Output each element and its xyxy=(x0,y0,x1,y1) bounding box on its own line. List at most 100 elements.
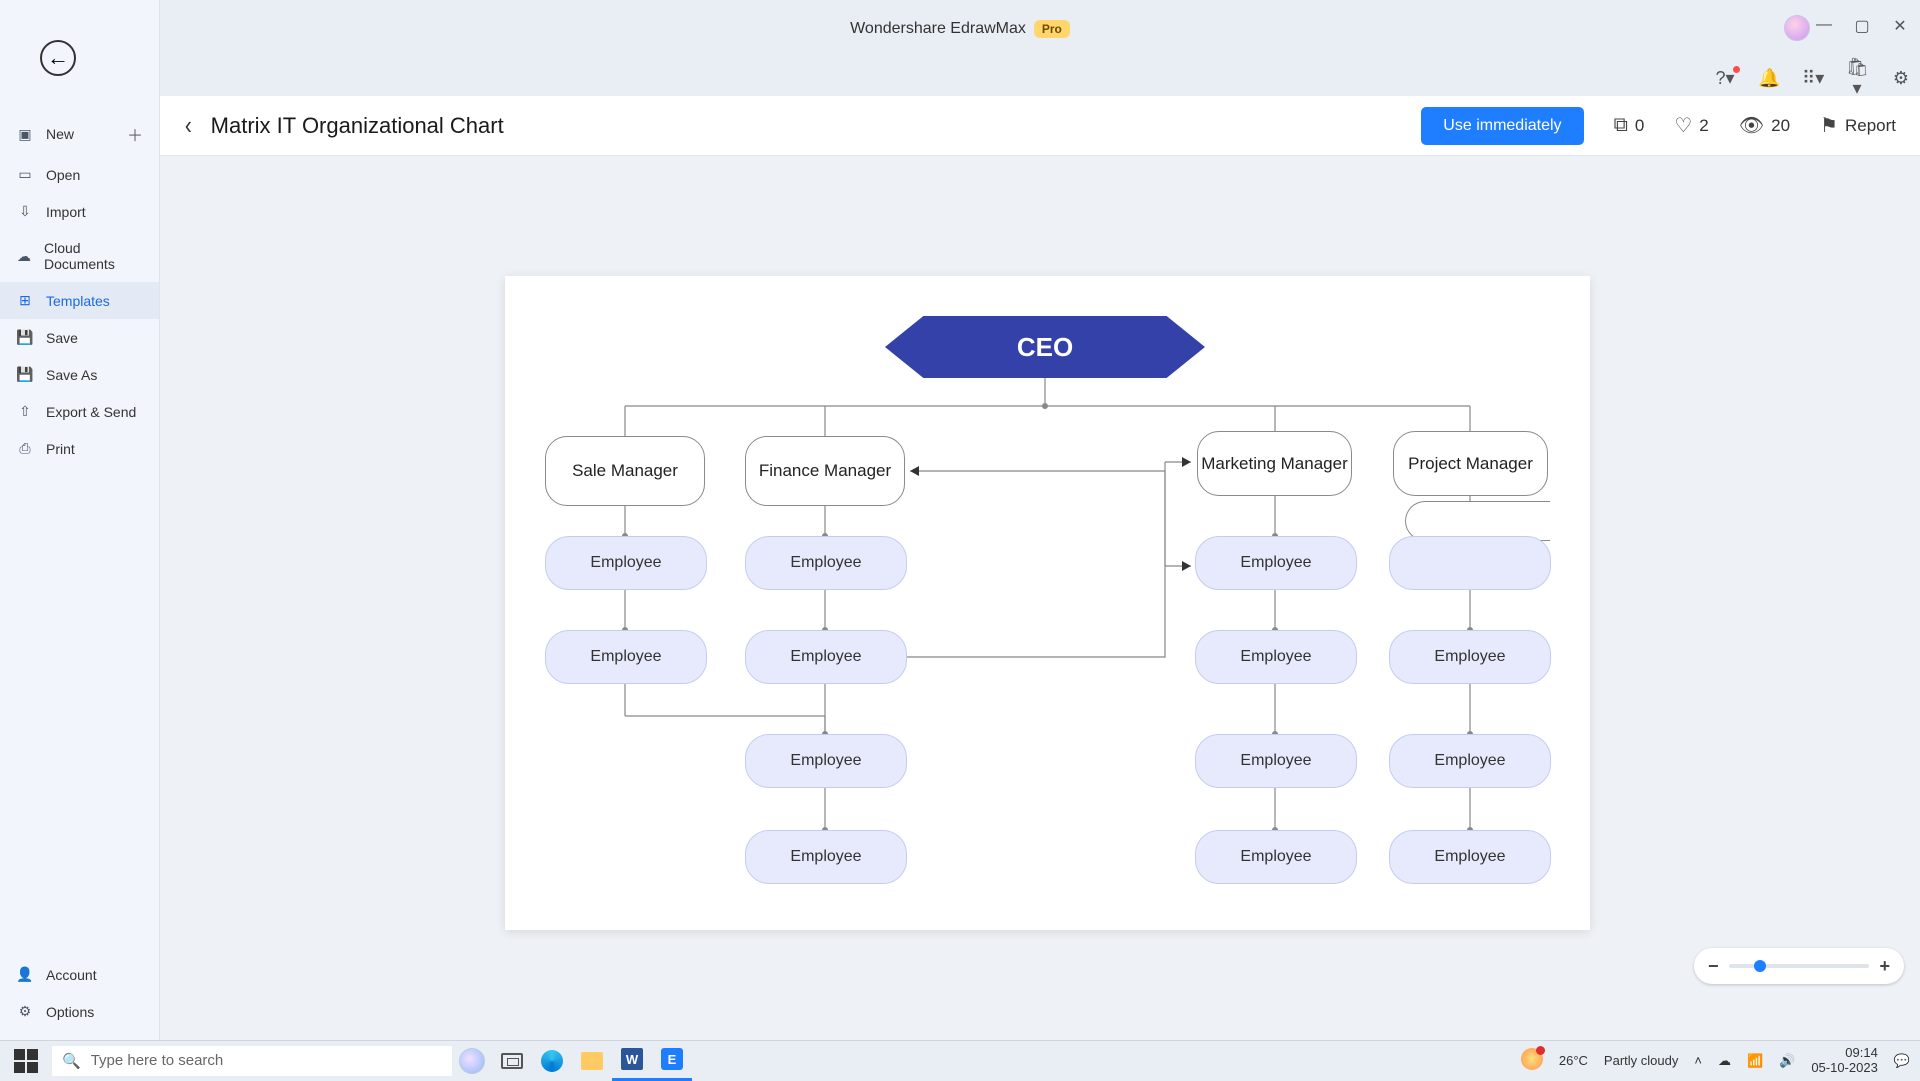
taskbar-edraw-icon[interactable]: E xyxy=(652,1041,692,1081)
zoom-out-button[interactable]: − xyxy=(1708,956,1719,977)
node-employee[interactable]: Employee xyxy=(1195,830,1357,884)
titlebar: Wondershare EdrawMax Pro — ▢ ✕ xyxy=(0,0,1920,42)
store-icon[interactable]: 🛍▾ xyxy=(1846,57,1868,99)
options-icon: ⚙ xyxy=(16,1003,34,1020)
stat-value: Report xyxy=(1845,116,1896,136)
sidebar-item-options[interactable]: ⚙ Options xyxy=(0,993,159,1030)
maximize-button[interactable]: ▢ xyxy=(1852,16,1872,36)
back-chevron-icon[interactable]: ‹ xyxy=(185,110,192,141)
node-sale-manager[interactable]: Sale Manager xyxy=(545,436,705,506)
sidebar-item-label: Print xyxy=(46,441,75,457)
save-as-icon: 💾 xyxy=(16,366,34,383)
taskbar-search[interactable]: 🔍 Type here to search xyxy=(52,1046,452,1076)
settings-icon[interactable]: ⚙ xyxy=(1890,68,1912,89)
sidebar-item-cloud[interactable]: ☁ Cloud Documents xyxy=(0,230,159,282)
node-employee[interactable]: Employee xyxy=(1195,536,1357,590)
node-employee[interactable]: Employee xyxy=(745,830,907,884)
back-button[interactable]: ← xyxy=(40,40,76,76)
tray-chevron-icon[interactable]: ˄ xyxy=(1694,1053,1702,1068)
node-employee-blank[interactable] xyxy=(1389,536,1551,590)
taskbar: 🔍 Type here to search W E 26°C Partly cl… xyxy=(0,1040,1920,1080)
tray-notifications-icon[interactable]: 💬 xyxy=(1894,1053,1910,1069)
taskbar-news-icon[interactable] xyxy=(1521,1048,1543,1073)
node-employee[interactable]: Employee xyxy=(1389,630,1551,684)
stat-views: 👁 20 xyxy=(1739,113,1790,138)
bell-icon[interactable]: 🔔 xyxy=(1758,68,1780,89)
weather-desc[interactable]: Partly cloudy xyxy=(1604,1053,1678,1068)
copy-icon: ⧉ xyxy=(1614,114,1628,137)
sidebar-item-label: New xyxy=(46,126,74,142)
tray-wifi-icon[interactable]: 📶 xyxy=(1747,1053,1763,1069)
node-employee[interactable]: Employee xyxy=(1195,630,1357,684)
stat-copies[interactable]: ⧉ 0 xyxy=(1614,114,1645,137)
node-employee[interactable]: Employee xyxy=(1389,830,1551,884)
sidebar-item-save-as[interactable]: 💾 Save As xyxy=(0,356,159,393)
node-employee[interactable]: Employee xyxy=(745,734,907,788)
taskbar-word-icon[interactable]: W xyxy=(612,1041,652,1081)
canvas-area[interactable]: CEO Sale Manager Finance Manager Marketi… xyxy=(160,156,1920,1040)
zoom-knob[interactable] xyxy=(1754,960,1766,972)
node-finance-manager[interactable]: Finance Manager xyxy=(745,436,905,506)
apps-grid-icon[interactable]: ⠿▾ xyxy=(1802,68,1824,89)
tray-onedrive-icon[interactable]: ☁ xyxy=(1718,1053,1731,1069)
sidebar-item-save[interactable]: 💾 Save xyxy=(0,319,159,356)
pro-badge: Pro xyxy=(1034,20,1070,38)
help-icon[interactable]: ?▾ xyxy=(1714,68,1736,89)
report-button[interactable]: ⚑ Report xyxy=(1820,113,1896,138)
node-project-manager[interactable]: Project Manager xyxy=(1393,431,1548,496)
start-button[interactable] xyxy=(14,1049,38,1073)
sidebar-item-label: Templates xyxy=(46,293,110,309)
taskbar-taskview-icon[interactable] xyxy=(492,1041,532,1081)
templates-icon: ⊞ xyxy=(16,292,34,309)
sidebar-item-print[interactable]: ⎙ Print xyxy=(0,430,159,467)
node-employee[interactable]: Employee xyxy=(745,536,907,590)
sidebar-item-templates[interactable]: ⊞ Templates xyxy=(0,282,159,319)
app-title: Wondershare EdrawMax xyxy=(850,20,1026,38)
node-employee[interactable]: Employee xyxy=(1195,734,1357,788)
node-stub[interactable] xyxy=(1405,501,1550,541)
user-avatar[interactable] xyxy=(1784,15,1810,41)
sidebar-item-import[interactable]: ⇩ Import xyxy=(0,193,159,230)
taskbar-explorer-icon[interactable] xyxy=(572,1041,612,1081)
node-ceo[interactable]: CEO xyxy=(885,316,1205,378)
diagram-page: CEO Sale Manager Finance Manager Marketi… xyxy=(505,276,1590,930)
stat-value: 20 xyxy=(1771,116,1790,136)
sidebar-item-export[interactable]: ⇧ Export & Send xyxy=(0,393,159,430)
sidebar-item-open[interactable]: ▭ Open xyxy=(0,156,159,193)
weather-temp[interactable]: 26°C xyxy=(1559,1053,1588,1068)
node-marketing-manager[interactable]: Marketing Manager xyxy=(1197,431,1352,496)
add-icon[interactable]: ＋ xyxy=(127,122,143,146)
zoom-in-button[interactable]: + xyxy=(1879,956,1890,977)
app-tool-icons: ?▾ 🔔 ⠿▾ 🛍▾ ⚙ xyxy=(1714,64,1912,92)
clock-time: 09:14 xyxy=(1811,1046,1878,1060)
tray-volume-icon[interactable]: 🔊 xyxy=(1779,1053,1795,1069)
stat-value: 0 xyxy=(1635,116,1644,136)
sidebar-item-label: Export & Send xyxy=(46,404,136,420)
stat-value: 2 xyxy=(1699,116,1708,136)
node-employee[interactable]: Employee xyxy=(545,536,707,590)
sidebar-item-label: Save As xyxy=(46,367,97,383)
stat-likes[interactable]: ♡ 2 xyxy=(1674,113,1708,138)
minimize-button[interactable]: — xyxy=(1814,16,1834,36)
use-immediately-button[interactable]: Use immediately xyxy=(1421,107,1583,145)
document-title: Matrix IT Organizational Chart xyxy=(211,113,504,139)
sidebar: ← ▣ New ＋ ▭ Open ⇩ Import ☁ Cloud Docume… xyxy=(0,0,160,1040)
node-employee[interactable]: Employee xyxy=(745,630,907,684)
sidebar-item-new[interactable]: ▣ New ＋ xyxy=(0,112,159,156)
zoom-slider[interactable] xyxy=(1729,964,1870,968)
search-placeholder: Type here to search xyxy=(91,1052,224,1069)
sidebar-item-account[interactable]: 👤 Account xyxy=(0,956,159,993)
eye-icon: 👁 xyxy=(1739,113,1764,138)
taskbar-edge-icon[interactable] xyxy=(532,1041,572,1081)
zoom-control[interactable]: − + xyxy=(1694,948,1904,984)
export-icon: ⇧ xyxy=(16,403,34,420)
sidebar-item-label: Save xyxy=(46,330,78,346)
close-button[interactable]: ✕ xyxy=(1890,16,1910,36)
taskbar-cortana-icon[interactable] xyxy=(452,1041,492,1081)
node-employee[interactable]: Employee xyxy=(545,630,707,684)
heart-icon: ♡ xyxy=(1674,113,1692,138)
clock-date: 05-10-2023 xyxy=(1811,1061,1878,1075)
node-employee[interactable]: Employee xyxy=(1389,734,1551,788)
taskbar-clock[interactable]: 09:14 05-10-2023 xyxy=(1811,1046,1878,1075)
cloud-icon: ☁ xyxy=(16,248,32,265)
